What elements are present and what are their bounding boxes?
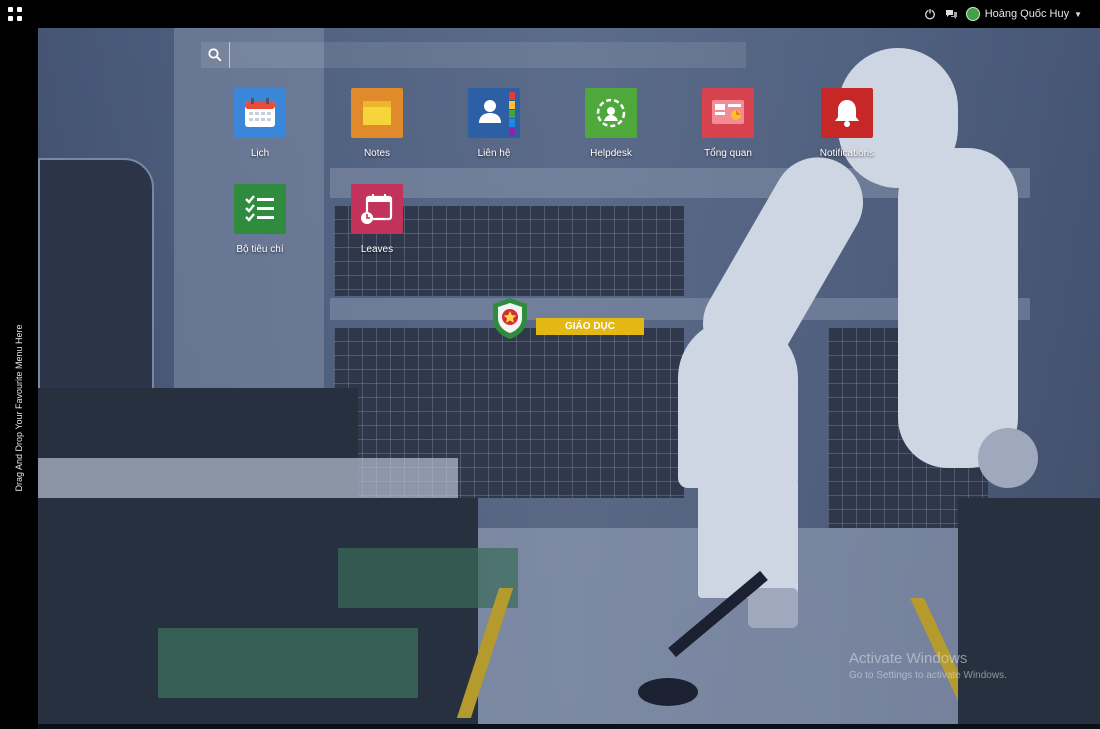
contacts-icon	[468, 88, 520, 138]
app-leaves[interactable]: Leaves	[327, 184, 427, 255]
watermark-title: Activate Windows	[849, 650, 968, 667]
avatar	[965, 7, 980, 21]
user-name: Hoàng Quốc Huy	[984, 8, 1070, 20]
app-label: Helpdesk	[590, 148, 632, 159]
shield-icon	[493, 298, 527, 339]
user-menu[interactable]: Hoàng Quốc Huy ▼	[965, 7, 1082, 21]
calendar-icon	[234, 88, 286, 138]
checklist-icon	[234, 184, 286, 234]
favourites-sidebar[interactable]: Drag And Drop Your Favourite Menu Here	[0, 28, 38, 729]
apps-grid-icon[interactable]	[8, 7, 23, 22]
app-label: Leaves	[360, 244, 394, 255]
sticky-note-icon	[351, 88, 403, 138]
brand-logo: GIÁO DỤC	[490, 296, 650, 344]
search-input[interactable]	[229, 42, 738, 68]
app-lich[interactable]: Lịch	[210, 88, 310, 159]
activate-windows-watermark: Activate Windows Go to Settings to activ…	[849, 650, 1007, 681]
search-icon[interactable]	[201, 42, 227, 68]
app-lien-he[interactable]: Liên hệ	[444, 88, 544, 159]
power-icon[interactable]	[924, 8, 936, 20]
app-notes[interactable]: Notes	[327, 88, 427, 159]
top-bar: Hoàng Quốc Huy ▼	[0, 0, 1100, 28]
search-bar	[201, 42, 746, 68]
logo-band: GIÁO DỤC	[536, 318, 644, 335]
app-tong-quan[interactable]: Tổng quan	[678, 88, 778, 159]
app-label: Notifications	[819, 148, 875, 159]
app-label: Tổng quan	[704, 148, 752, 159]
caret-down-icon: ▼	[1074, 9, 1082, 19]
app-helpdesk[interactable]: Helpdesk	[561, 88, 661, 159]
sidebar-drop-text: Drag And Drop Your Favourite Menu Here	[14, 324, 24, 492]
app-bo-tieu-chi[interactable]: Bộ tiêu chí	[210, 184, 310, 255]
dashboard-icon	[702, 88, 754, 138]
helpdesk-icon	[585, 88, 637, 138]
desktop-area: Lịch Notes Liên hệ Helpdesk Tổng quan No…	[38, 28, 1100, 724]
app-label: Lịch	[250, 148, 270, 159]
app-label: Liên hệ	[477, 148, 511, 159]
app-notifications[interactable]: Notifications	[797, 88, 897, 159]
top-right-controls: Hoàng Quốc Huy ▼	[924, 0, 1082, 28]
chat-icon[interactable]	[945, 8, 957, 20]
leaves-icon	[351, 184, 403, 234]
app-label: Bộ tiêu chí	[236, 244, 284, 255]
app-label: Notes	[363, 148, 391, 159]
bell-icon	[821, 88, 873, 138]
watermark-subtitle: Go to Settings to activate Windows.	[849, 670, 1007, 681]
